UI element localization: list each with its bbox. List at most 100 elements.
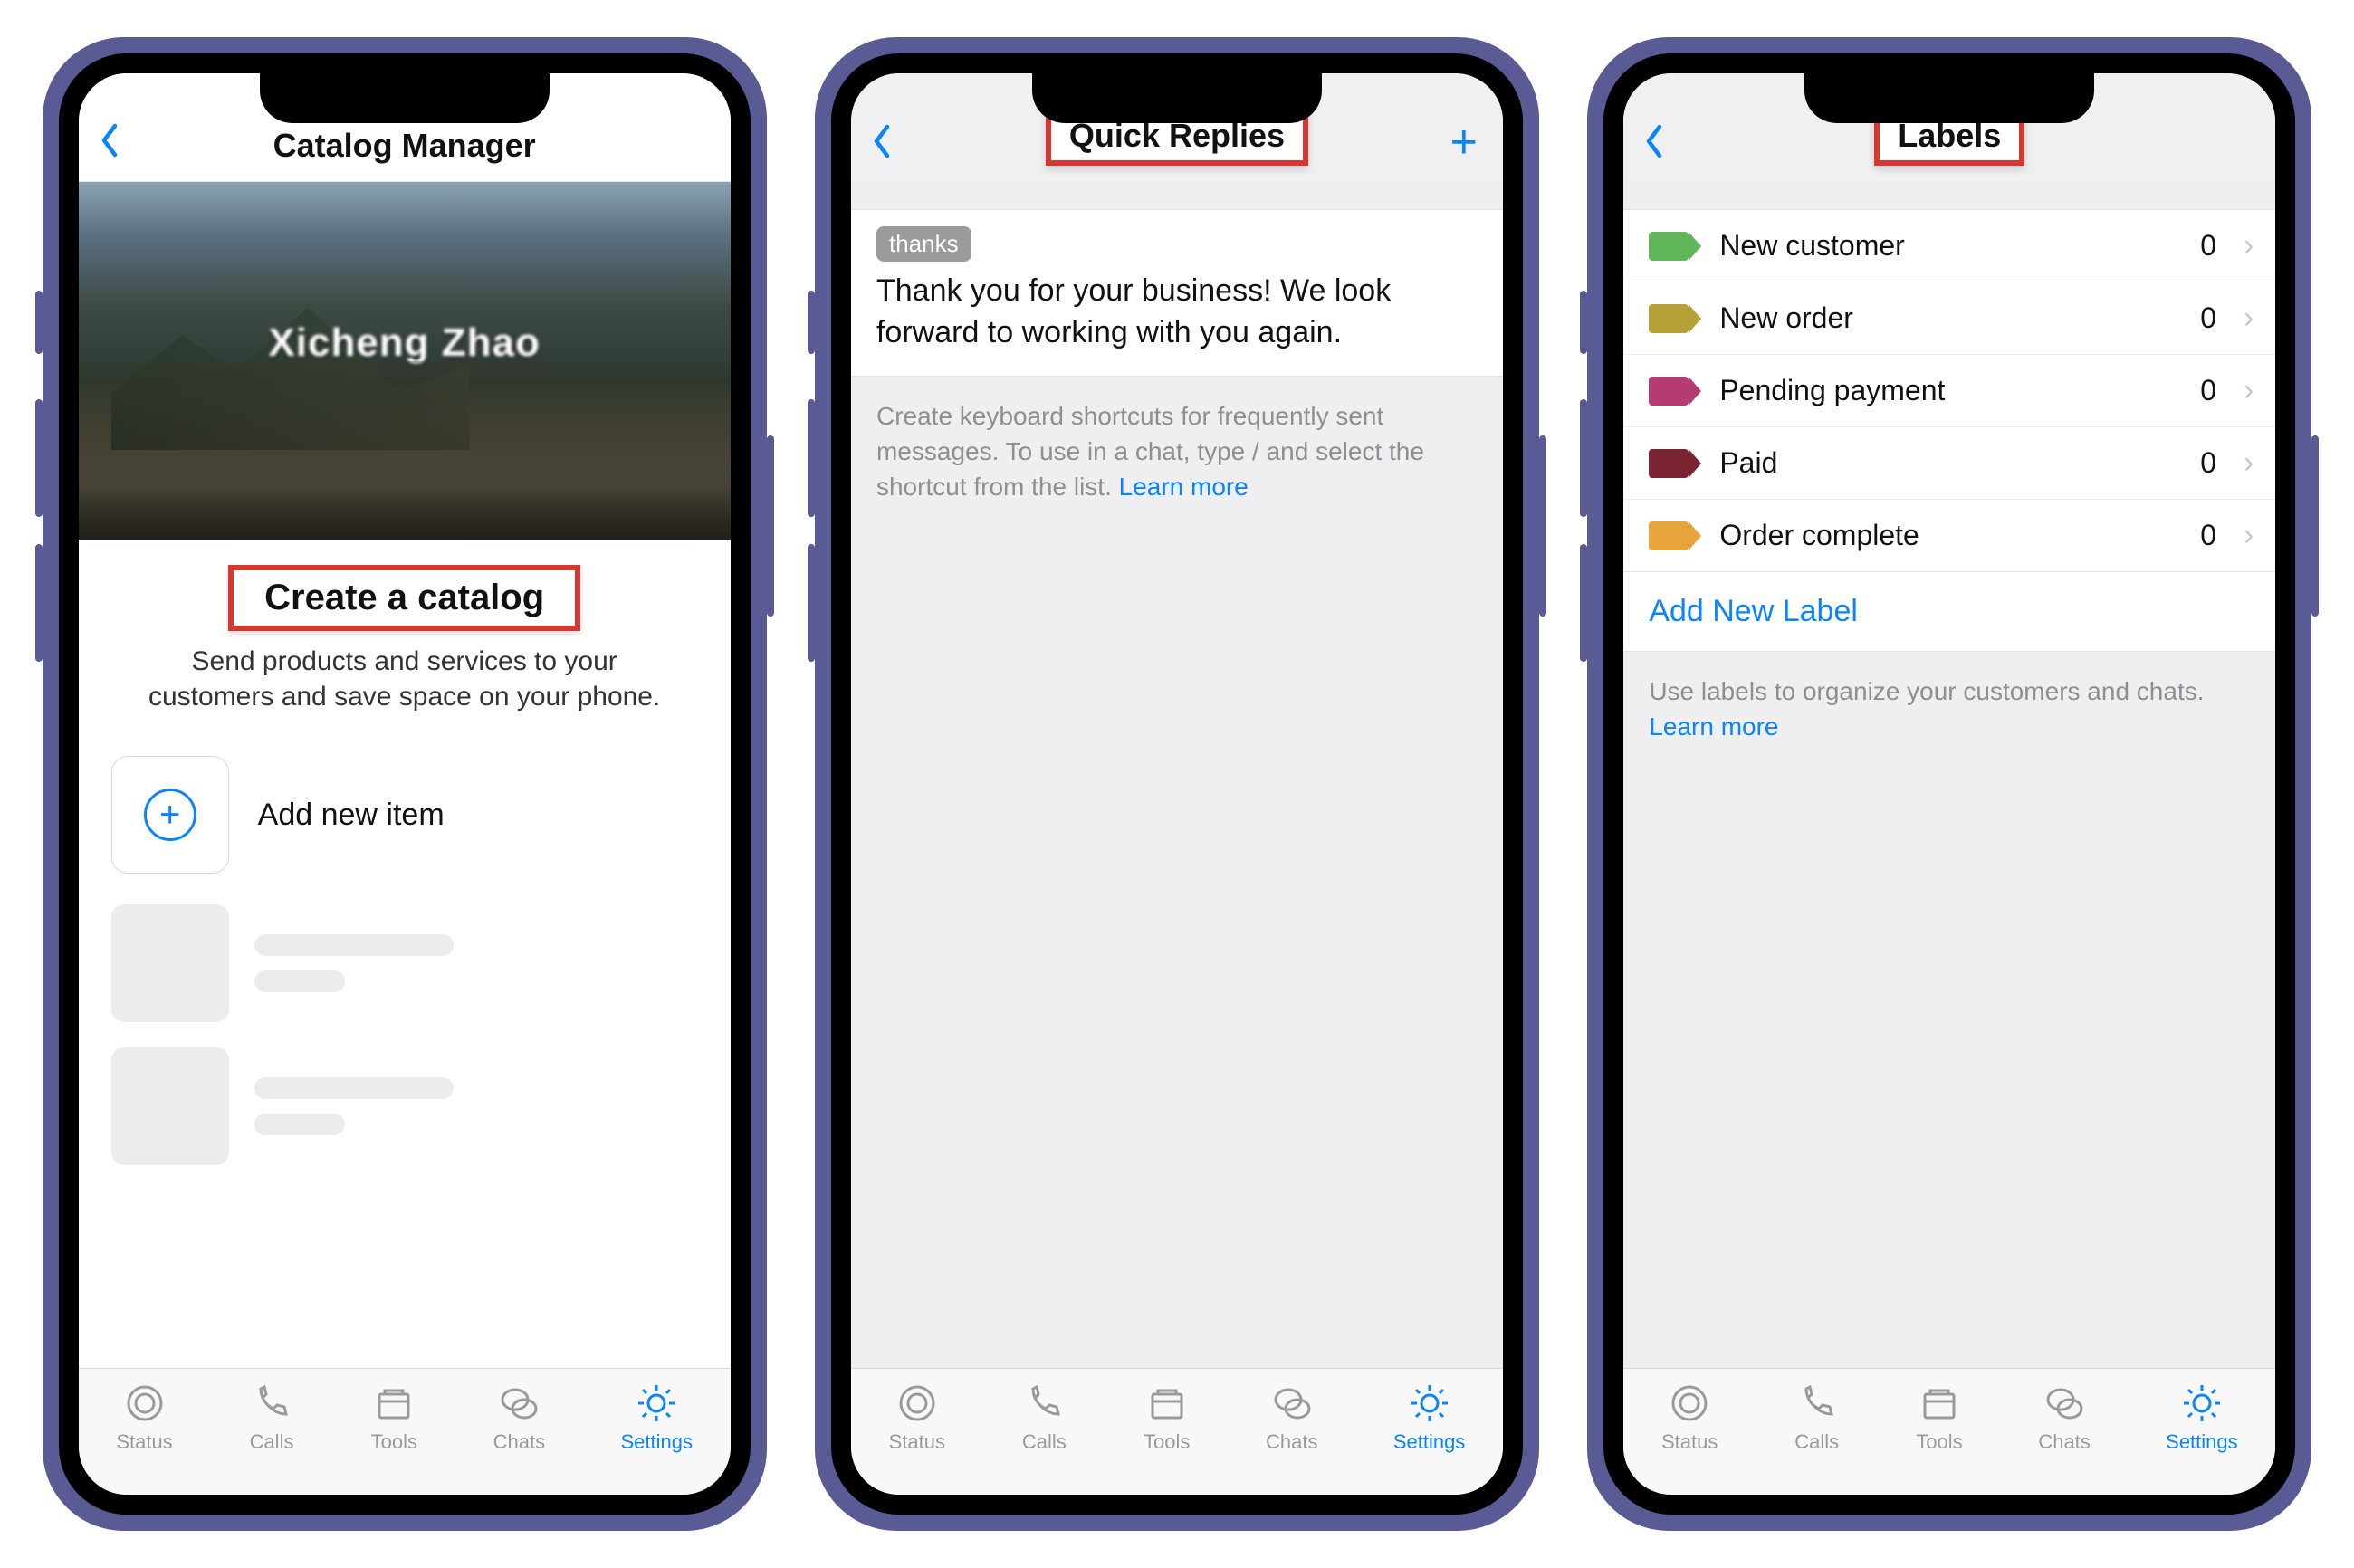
tab-status[interactable]: Status xyxy=(889,1382,945,1454)
business-name: Xicheng Zhao xyxy=(268,320,540,366)
label-row[interactable]: Paid0› xyxy=(1623,427,2275,500)
volume-button xyxy=(808,291,815,354)
notch xyxy=(1032,73,1322,123)
calls-icon xyxy=(1020,1382,1067,1425)
chats-icon xyxy=(495,1382,542,1425)
add-item-button[interactable]: + Add new item xyxy=(79,747,731,892)
settings-icon xyxy=(2178,1382,2225,1425)
volume-button xyxy=(1580,399,1587,517)
skeleton-line xyxy=(254,970,345,992)
phone-labels: Labels New customer0›New order0›Pending … xyxy=(1587,37,2311,1531)
tab-label: Status xyxy=(1661,1430,1718,1454)
catalog-hero-image: Xicheng Zhao xyxy=(79,182,731,540)
back-button[interactable] xyxy=(97,120,122,168)
chats-icon xyxy=(2041,1382,2088,1425)
tab-label: Chats xyxy=(2038,1430,2090,1454)
calls-icon xyxy=(1794,1382,1841,1425)
label-count: 0 xyxy=(2200,229,2216,263)
skeleton-line xyxy=(254,1077,454,1099)
tab-label: Settings xyxy=(620,1430,693,1454)
status-icon xyxy=(894,1382,941,1425)
plus-circle-icon: + xyxy=(144,789,196,841)
label-color-icon xyxy=(1649,304,1689,333)
tab-chats[interactable]: Chats xyxy=(1266,1382,1317,1454)
tab-settings[interactable]: Settings xyxy=(1393,1382,1466,1454)
tools-icon xyxy=(1916,1382,1963,1425)
tab-chats[interactable]: Chats xyxy=(2038,1382,2090,1454)
label-row[interactable]: New order0› xyxy=(1623,282,2275,355)
notch xyxy=(260,73,550,123)
tab-status[interactable]: Status xyxy=(1661,1382,1718,1454)
tab-label: Chats xyxy=(493,1430,545,1454)
tab-label: Status xyxy=(889,1430,945,1454)
helper-text: Create keyboard shortcuts for frequently… xyxy=(851,377,1503,527)
content: thanks Thank you for your business! We l… xyxy=(851,182,1503,1368)
create-catalog-title: Create a catalog xyxy=(264,578,544,618)
back-button[interactable] xyxy=(1641,121,1667,169)
skeleton-lines xyxy=(254,934,454,992)
add-button[interactable]: + xyxy=(1450,119,1478,166)
helper-body: Use labels to organize your customers an… xyxy=(1649,677,2204,705)
catalog-subtitle: Send products and services to your custo… xyxy=(108,644,702,714)
label-name: Pending payment xyxy=(1719,374,2182,407)
chevron-right-icon: › xyxy=(2244,373,2254,408)
add-item-tile: + xyxy=(111,756,229,874)
volume-button xyxy=(35,544,43,662)
tab-label: Calls xyxy=(250,1430,294,1454)
tab-status[interactable]: Status xyxy=(116,1382,172,1454)
label-name: Order complete xyxy=(1719,519,2182,552)
skeleton-item xyxy=(79,1035,731,1178)
label-count: 0 xyxy=(2200,519,2216,552)
chats-icon xyxy=(1268,1382,1316,1425)
skeleton-line xyxy=(254,934,454,956)
reply-body: Thank you for your business! We look for… xyxy=(876,271,1478,354)
create-catalog-highlight: Create a catalog xyxy=(228,565,580,631)
label-color-icon xyxy=(1649,449,1689,478)
tab-calls[interactable]: Calls xyxy=(248,1382,295,1454)
quick-reply-item[interactable]: thanks Thank you for your business! We l… xyxy=(851,209,1503,377)
power-button xyxy=(2311,435,2319,617)
tab-label: Tools xyxy=(1144,1430,1190,1454)
tab-label: Settings xyxy=(2166,1430,2238,1454)
label-name: New customer xyxy=(1719,229,2182,263)
phone-quick-replies: Quick Replies + thanks Thank you for you… xyxy=(815,37,1539,1531)
add-item-label: Add new item xyxy=(258,798,445,833)
learn-more-link[interactable]: Learn more xyxy=(1649,712,1778,741)
screen: Labels New customer0›New order0›Pending … xyxy=(1603,53,2295,1515)
tab-label: Settings xyxy=(1393,1430,1466,1454)
calls-icon xyxy=(248,1382,295,1425)
chevron-right-icon: › xyxy=(2244,518,2254,553)
add-label-row[interactable]: Add New Label xyxy=(1623,572,2275,652)
label-color-icon xyxy=(1649,232,1689,261)
volume-button xyxy=(35,399,43,517)
tab-calls[interactable]: Calls xyxy=(1020,1382,1067,1454)
label-name: Paid xyxy=(1719,446,2182,480)
tab-tools[interactable]: Tools xyxy=(370,1382,417,1454)
label-row[interactable]: Pending payment 0 › xyxy=(1623,355,2275,427)
tabbar: Status Calls Tools Chats Settings xyxy=(851,1368,1503,1495)
label-row[interactable]: Order complete 0 › xyxy=(1623,500,2275,571)
label-color-icon xyxy=(1649,377,1689,406)
label-count: 0 xyxy=(2200,301,2216,335)
power-button xyxy=(767,435,774,617)
label-count: 0 xyxy=(2200,374,2216,407)
tab-settings[interactable]: Settings xyxy=(620,1382,693,1454)
tools-icon xyxy=(1144,1382,1191,1425)
tab-chats[interactable]: Chats xyxy=(493,1382,545,1454)
content: New customer0›New order0›Pending payment… xyxy=(1623,182,2275,1368)
tab-tools[interactable]: Tools xyxy=(1144,1382,1191,1454)
back-button[interactable] xyxy=(869,121,895,169)
volume-button xyxy=(1580,291,1587,354)
label-row[interactable]: New customer0› xyxy=(1623,210,2275,282)
tab-calls[interactable]: Calls xyxy=(1794,1382,1841,1454)
page-title: Catalog Manager xyxy=(273,127,536,165)
helper-text: Use labels to organize your customers an… xyxy=(1623,652,2275,766)
label-color-icon xyxy=(1649,521,1689,550)
learn-more-link[interactable]: Learn more xyxy=(1119,473,1249,501)
content: Xicheng Zhao Create a catalog Send produ… xyxy=(79,182,731,1368)
tab-settings[interactable]: Settings xyxy=(2166,1382,2238,1454)
tab-tools[interactable]: Tools xyxy=(1916,1382,1963,1454)
tab-label: Tools xyxy=(1916,1430,1962,1454)
label-count: 0 xyxy=(2200,446,2216,480)
power-button xyxy=(1539,435,1546,617)
